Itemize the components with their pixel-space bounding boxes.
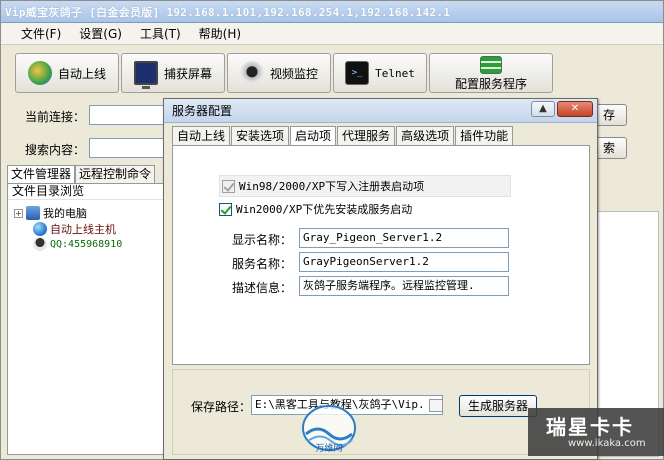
search-label: 搜索内容： [25, 143, 86, 157]
tab-install-options[interactable]: 安装选项 [231, 126, 290, 145]
config-list-icon [480, 56, 502, 74]
description-label: 描述信息： [232, 281, 293, 295]
auto-online-button[interactable]: 自动上线 [15, 53, 119, 93]
browse-path-button[interactable] [429, 399, 443, 412]
toolbar: 自动上线 捕获屏幕 视频监控 >_ Telnet 配置服务程序 [15, 53, 553, 95]
tab-file-manager[interactable]: 文件管理器 [7, 165, 76, 183]
tree-node-qq[interactable]: QQ:455968910 [33, 237, 122, 251]
tab-remote-commands[interactable]: 远程控制命令 [75, 165, 156, 183]
service-name-input[interactable]: GrayPigeonServer1.2 [299, 252, 509, 272]
dialog-minimize-button[interactable]: ▲ [531, 101, 555, 117]
globe-icon [33, 222, 47, 236]
config-server-label: 配置服务程序 [454, 77, 527, 91]
logo-text: 万维网 [315, 442, 342, 454]
tab-proxy-service[interactable]: 代理服务 [337, 126, 396, 145]
menu-bar: 文件(F) 设置(G) 工具(T) 帮助(H) [1, 23, 663, 45]
dialog-close-button[interactable]: ✕ [557, 101, 593, 117]
server-config-dialog: 服务器配置 ▲ ✕ 自动上线 安装选项 启动项 代理服务 高级选项 插件功能 W… [163, 98, 598, 460]
tree-label-qq: QQ:455968910 [50, 238, 123, 250]
video-monitor-label: 视频监控 [269, 66, 318, 81]
left-tab-strip: 文件管理器 远程控制命令 [7, 165, 156, 183]
tree-node-auto-online-host[interactable]: 自动上线主机 [33, 221, 116, 237]
service-startup-option[interactable]: Win2000/XP下优先安装成服务启动 [219, 201, 412, 217]
computer-icon [26, 206, 40, 220]
file-tree-header: 文件目录浏览 [8, 184, 164, 200]
capture-screen-button[interactable]: 捕获屏幕 [121, 53, 225, 93]
display-name-label: 显示名称： [232, 233, 293, 247]
config-server-button[interactable]: 配置服务程序 [429, 53, 553, 93]
current-connection-field[interactable] [89, 105, 165, 125]
save-path-label: 保存路径： [191, 400, 252, 414]
tab-plugins[interactable]: 插件功能 [455, 126, 514, 145]
watermark-brand: 瑞星卡卡 [546, 415, 634, 439]
description-input[interactable]: 灰鸽子服务端程序。远程监控管理. [299, 276, 509, 296]
reg-startup-checkbox[interactable] [222, 179, 235, 193]
watermark-url: www.ikaka.com [568, 438, 646, 449]
file-tree-panel: 文件目录浏览 + 我的电脑 自动上线主机 QQ:455968910 [7, 183, 165, 455]
auto-online-icon [27, 61, 52, 85]
auto-online-label: 自动上线 [57, 66, 106, 81]
tree-label-auto-online-host: 自动上线主机 [50, 223, 116, 236]
tab-auto-online[interactable]: 自动上线 [172, 126, 231, 145]
generate-server-button[interactable]: 生成服务器 [459, 395, 537, 417]
display-name-input[interactable]: Gray_Pigeon_Server1.2 [299, 228, 509, 248]
terminal-icon: >_ [345, 61, 370, 85]
capture-screen-label: 捕获屏幕 [163, 66, 212, 81]
telnet-button[interactable]: >_ Telnet [333, 53, 427, 93]
qq-icon [33, 237, 47, 251]
tab-startup[interactable]: 启动项 [290, 126, 337, 146]
menu-tools[interactable]: 工具(T) [140, 25, 181, 42]
dialog-title: 服务器配置 [172, 104, 233, 118]
service-startup-label: Win2000/XP下优先安装成服务启动 [236, 203, 413, 216]
expand-icon[interactable]: + [14, 208, 23, 218]
site-logo: 万维网 [302, 405, 356, 454]
telnet-label: Telnet [375, 66, 415, 80]
menu-file[interactable]: 文件(F) [21, 25, 61, 42]
search-input[interactable] [89, 138, 165, 158]
monitor-icon [133, 61, 158, 89]
reg-startup-label: Win98/2000/XP下写入注册表启动项 [239, 180, 425, 193]
menu-help[interactable]: 帮助(H) [199, 25, 241, 42]
dialog-tab-strip: 自动上线 安装选项 启动项 代理服务 高级选项 插件功能 [172, 126, 514, 146]
tab-advanced-options[interactable]: 高级选项 [396, 126, 455, 145]
dialog-title-bar: 服务器配置 ▲ ✕ [164, 99, 597, 123]
startup-tab-page: Win98/2000/XP下写入注册表启动项 Win2000/XP下优先安装成服… [172, 145, 590, 365]
title-bar: Vip威宝灰鸽子 [白金会员版] 192.168.1.101,192.168.2… [1, 1, 663, 23]
watermark: 瑞星卡卡 www.ikaka.com [528, 408, 664, 456]
tree-label-my-computer: 我的电脑 [43, 207, 87, 220]
video-monitor-button[interactable]: 视频监控 [227, 53, 331, 93]
service-name-label: 服务名称： [232, 257, 293, 271]
reg-startup-option[interactable]: Win98/2000/XP下写入注册表启动项 [219, 175, 511, 197]
service-startup-checkbox[interactable] [219, 202, 232, 216]
window-title: Vip威宝灰鸽子 [白金会员版] 192.168.1.101,192.168.2… [5, 5, 451, 19]
menu-settings[interactable]: 设置(G) [79, 25, 122, 42]
current-connection-label: 当前连接： [25, 110, 86, 124]
webcam-icon [239, 61, 264, 85]
tree-node-my-computer[interactable]: + 我的电脑 [14, 205, 87, 221]
